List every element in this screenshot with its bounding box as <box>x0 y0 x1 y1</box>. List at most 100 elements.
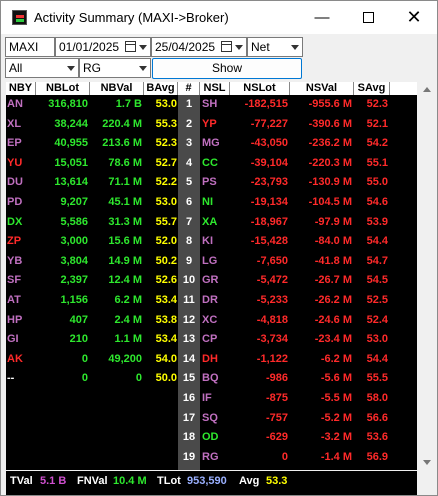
cell-rank: 18 <box>182 431 196 444</box>
cell-nsval: -236.2 M <box>308 137 352 150</box>
table-row[interactable]: DX 5,586 31.3 M 55.7 7 XA -18,967 -97.9 M 53.9 <box>6 213 417 233</box>
col-header-rank[interactable]: # <box>178 82 200 95</box>
cell-nsval: -104.5 M <box>308 196 352 208</box>
table-row[interactable]: AT 1,156 6.2 M 53.4 11 DR -5,233 -26.2 M 52.5 <box>6 291 417 311</box>
table-row[interactable]: PD 9,207 45.1 M 53.0 6 NI -19,134 -104.5 M 54.6 <box>6 193 417 213</box>
col-header-nsval[interactable]: NSVal <box>290 82 354 95</box>
cell-savg: 52.5 <box>366 294 388 306</box>
cell-bavg: 55.7 <box>155 215 177 228</box>
cell-nbval: 14.9 M <box>108 254 142 267</box>
board-select[interactable]: RG <box>79 58 151 78</box>
cell-nsval: -84.0 M <box>314 235 352 248</box>
scroll-down-icon[interactable] <box>423 460 431 465</box>
window-title: Activity Summary (MAXI->Broker) <box>34 10 229 25</box>
cell-savg: 54.2 <box>366 137 388 150</box>
cell-nsl: GR <box>202 274 219 287</box>
cell-nsl: NI <box>202 196 213 208</box>
cell-nby: SF <box>7 274 22 287</box>
table-row[interactable]: AN 316,810 1.7 B 53.0 1 SH -182,515 -955.6 M 52.… <box>6 95 417 115</box>
col-header-nblot[interactable]: NBLot <box>36 82 90 95</box>
table-row[interactable]: 19 RG 0 -1.4 M 56.9 <box>6 448 417 468</box>
date-to-picker[interactable]: 25/04/2025 <box>151 37 247 57</box>
cell-savg: 52.3 <box>366 98 388 110</box>
cell-nslot: -875 <box>265 392 288 404</box>
cell-nblot: 13,614 <box>54 176 88 189</box>
scope-select[interactable]: All <box>5 58 79 78</box>
fnval-value: 10.4 M <box>113 475 147 487</box>
cell-nby: AT <box>7 294 21 306</box>
table-row[interactable]: 18 OD -629 -3.2 M 53.6 <box>6 428 417 448</box>
cell-bavg: 53.0 <box>155 196 177 208</box>
table-row[interactable]: AK 0 49,200 54.0 14 DH -1,122 -6.2 M 54.4 <box>6 350 417 370</box>
cell-bavg: 50.2 <box>155 254 177 267</box>
table-row[interactable]: 17 SQ -757 -5.2 M 56.6 <box>6 409 417 429</box>
table-row[interactable]: 16 IF -875 -5.5 M 58.0 <box>6 389 417 409</box>
scope-value: All <box>9 61 23 75</box>
cell-nslot: 0 <box>281 450 288 463</box>
col-header-savg[interactable]: SAvg <box>354 82 390 95</box>
calendar-icon[interactable] <box>221 41 232 52</box>
calendar-icon[interactable] <box>125 41 136 52</box>
avg-value: 53.3 <box>266 475 288 487</box>
cell-nsval: -24.6 M <box>314 313 352 326</box>
table-row[interactable]: ZP 3,000 15.6 M 52.0 8 KI -15,428 -84.0 M 54.4 <box>6 232 417 252</box>
table-row[interactable]: SF 2,397 12.4 M 52.6 10 GR -5,472 -26.7 M 54.5 <box>6 271 417 291</box>
date-from-value: 01/01/2025 <box>59 40 120 54</box>
cell-nby: AK <box>7 352 23 365</box>
table-row[interactable]: XL 38,244 220.4 M 55.3 2 YP -77,227 -390.6 M 52.… <box>6 115 417 135</box>
stock-code-input[interactable]: MAXI <box>5 37 55 57</box>
cell-rank: 1 <box>185 98 193 110</box>
cell-nsval: -26.2 M <box>314 294 352 306</box>
chevron-down-icon[interactable] <box>67 66 75 71</box>
show-button[interactable]: Show <box>152 58 302 79</box>
chevron-down-icon[interactable] <box>291 45 299 50</box>
table-row[interactable]: -- 0 0 50.0 15 BQ -986 -5.6 M 55.5 <box>6 369 417 389</box>
table-row[interactable]: HP 407 2.4 M 53.8 12 XC -4,818 -24.6 M 52.4 <box>6 311 417 331</box>
cell-nslot: -5,233 <box>256 294 288 306</box>
col-header-nby[interactable]: NBY <box>6 82 36 95</box>
col-header-nslot[interactable]: NSLot <box>230 82 290 95</box>
vertical-scrollbar[interactable] <box>419 82 435 470</box>
cell-nblot: 316,810 <box>48 98 88 110</box>
cell-nslot: -7,650 <box>256 254 288 267</box>
cell-nsl: BQ <box>202 372 219 385</box>
table-row[interactable]: GI 210 1.1 M 53.4 13 CP -3,734 -23.4 M 53.0 <box>6 330 417 350</box>
cell-nslot: -18,967 <box>250 215 288 228</box>
tlot-label: TLot <box>157 475 181 487</box>
table-row[interactable]: YU 15,051 78.6 M 52.7 4 CC -39,104 -220.3 M 55.1 <box>6 154 417 174</box>
cell-savg: 56.9 <box>366 450 388 463</box>
title-bar: Activity Summary (MAXI->Broker) — ✕ <box>1 1 437 34</box>
scroll-up-icon[interactable] <box>423 87 431 92</box>
table-row[interactable]: EP 40,955 213.6 M 52.3 3 MG -43,050 -236.2 M 54.… <box>6 134 417 154</box>
mode-value: Net <box>251 40 270 54</box>
cell-nsval: -5.6 M <box>320 372 352 385</box>
minimize-icon[interactable]: — <box>299 1 345 34</box>
date-from-picker[interactable]: 01/01/2025 <box>55 37 151 57</box>
chevron-down-icon[interactable] <box>235 45 243 50</box>
cell-rank: 5 <box>185 176 193 189</box>
cell-nbval: 1.7 B <box>115 98 142 110</box>
cell-nsval: -41.8 M <box>314 254 352 267</box>
chevron-down-icon[interactable] <box>139 66 147 71</box>
cell-bavg: 53.4 <box>155 294 177 306</box>
chevron-down-icon[interactable] <box>139 45 147 50</box>
table-row[interactable]: DU 13,614 71.1 M 52.2 5 PS -23,793 -130.9 M 55.0 <box>6 173 417 193</box>
col-header-nsl[interactable]: NSL <box>200 82 230 95</box>
cell-nblot: 3,000 <box>60 235 88 248</box>
cell-nbval: 2.4 M <box>114 313 142 326</box>
cell-nslot: -4,818 <box>256 313 288 326</box>
table-row[interactable]: YB 3,804 14.9 M 50.2 9 LG -7,650 -41.8 M 54.7 <box>6 252 417 272</box>
cell-nbval: 0 <box>135 372 142 385</box>
cell-nslot: -986 <box>265 372 288 385</box>
cell-bavg: 50.0 <box>155 372 177 385</box>
cell-savg: 54.6 <box>366 196 388 208</box>
date-to-value: 25/04/2025 <box>155 40 216 54</box>
cell-bavg: 52.7 <box>155 156 177 169</box>
col-header-bavg[interactable]: BAvg <box>144 82 178 95</box>
col-header-nbval[interactable]: NBVal <box>90 82 144 95</box>
cell-nblot: 407 <box>69 313 88 326</box>
cell-bavg: 53.4 <box>155 333 177 346</box>
maximize-icon[interactable] <box>345 1 391 34</box>
close-icon[interactable]: ✕ <box>391 1 437 34</box>
mode-select[interactable]: Net <box>247 37 303 57</box>
